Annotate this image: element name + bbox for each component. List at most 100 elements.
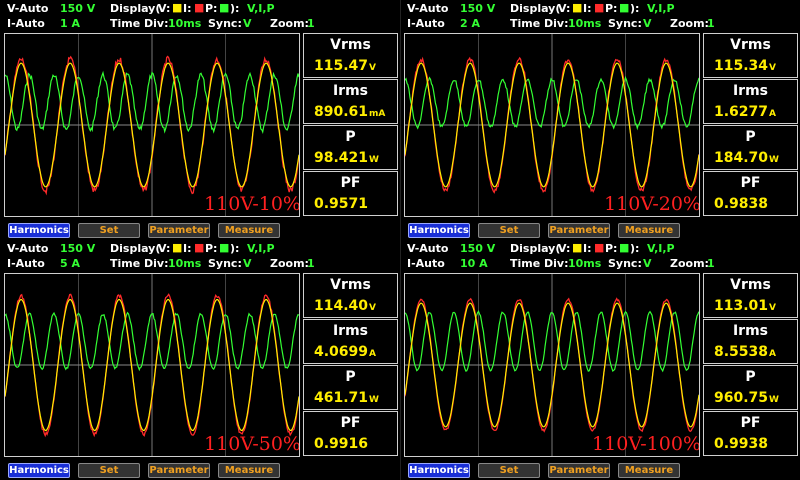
waveform-plot	[5, 274, 299, 456]
irms-value: 890.61mA	[314, 104, 386, 120]
voltage-swatch: ■	[172, 241, 183, 254]
irms-value: 1.6277A	[714, 104, 776, 120]
set-button[interactable]: Set	[78, 223, 140, 238]
soft-key-bar: Harmonics Set Parameter Measure	[400, 223, 800, 239]
vrms-value: 115.47V	[314, 58, 376, 74]
irms-label: Irms	[732, 323, 769, 339]
set-button[interactable]: Set	[478, 223, 540, 238]
power-swatch: ■	[219, 1, 230, 14]
measure-button[interactable]: Measure	[218, 223, 280, 238]
zoom-value[interactable]: 1	[707, 257, 715, 270]
irms-label: Irms	[732, 83, 769, 99]
v-range-label: V-Auto	[7, 242, 49, 255]
zoom-label: Zoom:	[270, 257, 309, 270]
sync-value[interactable]: V	[643, 17, 652, 30]
i-range-value[interactable]: 2 A	[460, 17, 480, 30]
power-box: P 960.75W	[703, 365, 798, 410]
pf-label: PF	[740, 415, 761, 431]
measure-button[interactable]: Measure	[218, 463, 280, 478]
zoom-label: Zoom:	[670, 257, 709, 270]
irms-value: 8.5538A	[714, 344, 776, 360]
measure-button[interactable]: Measure	[618, 223, 680, 238]
v-range-value[interactable]: 150 V	[60, 2, 95, 15]
sync-label: Sync:	[208, 17, 242, 30]
display-label: Display(	[510, 2, 561, 15]
measurement-column: Vrms 115.34V Irms 1.6277A P 184.70W PF 0…	[703, 33, 798, 217]
sync-value[interactable]: V	[643, 257, 652, 270]
pf-value: 0.9838	[714, 196, 769, 212]
time-div-value[interactable]: 10ms	[168, 17, 201, 30]
parameter-button[interactable]: Parameter	[148, 463, 210, 478]
display-close: ):	[630, 242, 640, 255]
vrms-value: 114.40V	[314, 298, 376, 314]
vrms-label: Vrms	[730, 37, 771, 53]
vrms-label: Vrms	[330, 277, 371, 293]
time-div-label: Time Div:	[510, 257, 569, 270]
power-swatch: ■	[619, 241, 630, 254]
display-series[interactable]: V,I,P	[247, 2, 275, 15]
p-label: P:	[205, 2, 218, 15]
time-div-value[interactable]: 10ms	[168, 257, 201, 270]
time-div-value[interactable]: 10ms	[568, 17, 601, 30]
power-value: 960.75W	[714, 390, 779, 406]
i-range-value[interactable]: 5 A	[60, 257, 80, 270]
pf-label: PF	[740, 175, 761, 191]
sync-value[interactable]: V	[243, 257, 252, 270]
power-value: 461.71W	[314, 390, 379, 406]
set-button[interactable]: Set	[478, 463, 540, 478]
display-series[interactable]: V,I,P	[647, 242, 675, 255]
waveform-display: 110V-10%	[4, 33, 300, 217]
v-range-label: V-Auto	[407, 2, 449, 15]
zoom-value[interactable]: 1	[707, 17, 715, 30]
v-range-value[interactable]: 150 V	[460, 2, 495, 15]
vrms-box: Vrms 113.01V	[703, 273, 798, 318]
irms-box: Irms 1.6277A	[703, 79, 798, 124]
display-series[interactable]: V,I,P	[247, 242, 275, 255]
irms-box: Irms 8.5538A	[703, 319, 798, 364]
zoom-label: Zoom:	[670, 17, 709, 30]
harmonics-button[interactable]: Harmonics	[408, 463, 470, 478]
power-value: 184.70W	[714, 150, 779, 166]
set-button[interactable]: Set	[78, 463, 140, 478]
parameter-button[interactable]: Parameter	[548, 463, 610, 478]
i-range-value[interactable]: 1 A	[60, 17, 80, 30]
pf-value: 0.9571	[314, 196, 369, 212]
irms-value: 4.0699A	[314, 344, 376, 360]
pf-box: PF 0.9938	[703, 411, 798, 456]
i-range-label: I-Auto	[7, 257, 45, 270]
panel-header: V-Auto 150 V Display( V: ■ I: ■ P: ■ ): …	[0, 240, 400, 272]
power-analyzer-panel: V-Auto 150 V Display( V: ■ I: ■ P: ■ ): …	[0, 0, 400, 240]
parameter-button[interactable]: Parameter	[548, 223, 610, 238]
display-close: ):	[630, 2, 640, 15]
pf-label: PF	[340, 415, 361, 431]
sync-value[interactable]: V	[243, 17, 252, 30]
pf-value: 0.9916	[314, 436, 369, 452]
display-series[interactable]: V,I,P	[647, 2, 675, 15]
voltage-swatch: ■	[172, 1, 183, 14]
p-label: P:	[605, 242, 618, 255]
display-close: ):	[230, 242, 240, 255]
vrms-box: Vrms 115.47V	[303, 33, 398, 78]
zoom-label: Zoom:	[270, 17, 309, 30]
i-range-label: I-Auto	[407, 257, 445, 270]
measure-button[interactable]: Measure	[618, 463, 680, 478]
parameter-button[interactable]: Parameter	[148, 223, 210, 238]
v-range-value[interactable]: 150 V	[60, 242, 95, 255]
i-range-value[interactable]: 10 A	[460, 257, 488, 270]
p-label: P:	[205, 242, 218, 255]
time-div-value[interactable]: 10ms	[568, 257, 601, 270]
waveform-plot	[405, 34, 699, 216]
i-range-label: I-Auto	[7, 17, 45, 30]
voltage-swatch: ■	[572, 241, 583, 254]
power-label: P	[345, 369, 356, 385]
display-label: Display(	[510, 242, 561, 255]
pf-box: PF 0.9916	[303, 411, 398, 456]
sync-label: Sync:	[208, 257, 242, 270]
zoom-value[interactable]: 1	[307, 257, 315, 270]
current-swatch: ■	[194, 1, 205, 14]
zoom-value[interactable]: 1	[307, 17, 315, 30]
harmonics-button[interactable]: Harmonics	[8, 223, 70, 238]
v-range-value[interactable]: 150 V	[460, 242, 495, 255]
harmonics-button[interactable]: Harmonics	[8, 463, 70, 478]
harmonics-button[interactable]: Harmonics	[408, 223, 470, 238]
